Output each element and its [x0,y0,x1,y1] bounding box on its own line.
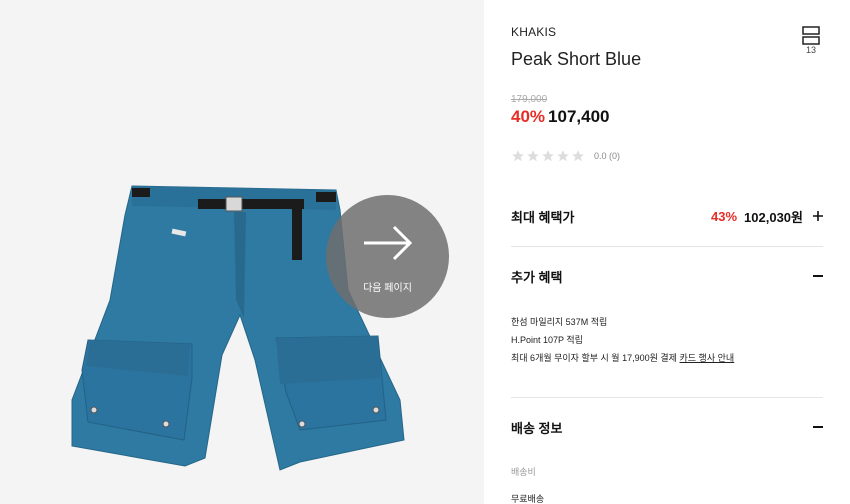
minus-icon[interactable] [813,275,823,277]
divider [511,397,823,398]
shipping-label: 배송 정보 [511,420,563,436]
extra-benefit-header[interactable]: 추가 혜택 [511,265,823,287]
shipping-fee-label: 배송비 [511,467,536,477]
minus-icon[interactable] [813,426,823,428]
max-benefit-label: 최대 혜택가 [511,209,575,225]
price-row: 40% 107,400 [511,107,609,127]
max-benefit-row[interactable]: 최대 혜택가 43% 102,030원 [511,204,823,228]
star-icon [527,150,539,162]
hpoint-line: H.Point 107P 적립 [511,335,583,345]
next-page-label: 다음 페이지 [363,283,412,294]
max-benefit-price: 43% 102,030원 [711,207,823,226]
extra-benefit-list: 한섬 마일리지 537M 적립 H.Point 107P 적립 최대 6개월 무… [511,313,734,367]
card-event-link[interactable]: 카드 행사 안내 [679,353,734,363]
product-title: Peak Short Blue [511,49,642,69]
original-price: 179,000 [511,94,548,105]
max-benefit-discount: 43% [711,208,738,224]
product-gallery: 다음 페이지 [0,0,484,504]
shipping-fee-value: 무료배송 [511,494,545,504]
plus-icon[interactable] [813,211,823,221]
installment-text: 최대 6개월 무이자 할부 시 월 17,900원 결제 [511,353,677,363]
arrow-right-icon [364,225,413,261]
rating-text: 0.0 (0) [594,151,621,161]
next-page-button[interactable]: 다음 페이지 [326,195,449,318]
rating[interactable]: 0.0 (0) [511,149,620,163]
brand-name[interactable]: KHAKIS [511,25,556,39]
star-icon [572,150,584,162]
cart-count-badge: 13 [805,45,816,55]
product-info-panel: KHAKIS Peak Short Blue 13 179,000 40% 107… [484,0,850,504]
star-rating [511,149,585,163]
max-benefit-amount: 102,030원 [744,209,803,225]
star-icon [512,150,524,162]
star-icon [542,150,554,162]
mileage-line: 한섬 마일리지 537M 적립 [511,317,608,327]
shopping-bag-icon[interactable] [802,26,820,46]
discount-rate: 40% [511,107,546,126]
shipping-header[interactable]: 배송 정보 [511,416,823,438]
sale-price: 107,400 [548,107,610,126]
extra-benefit-label: 추가 혜택 [511,269,563,285]
star-icon [557,150,569,162]
divider [511,246,823,247]
installment-line: 최대 6개월 무이자 할부 시 월 17,900원 결제 카드 행사 안내 [511,349,734,367]
